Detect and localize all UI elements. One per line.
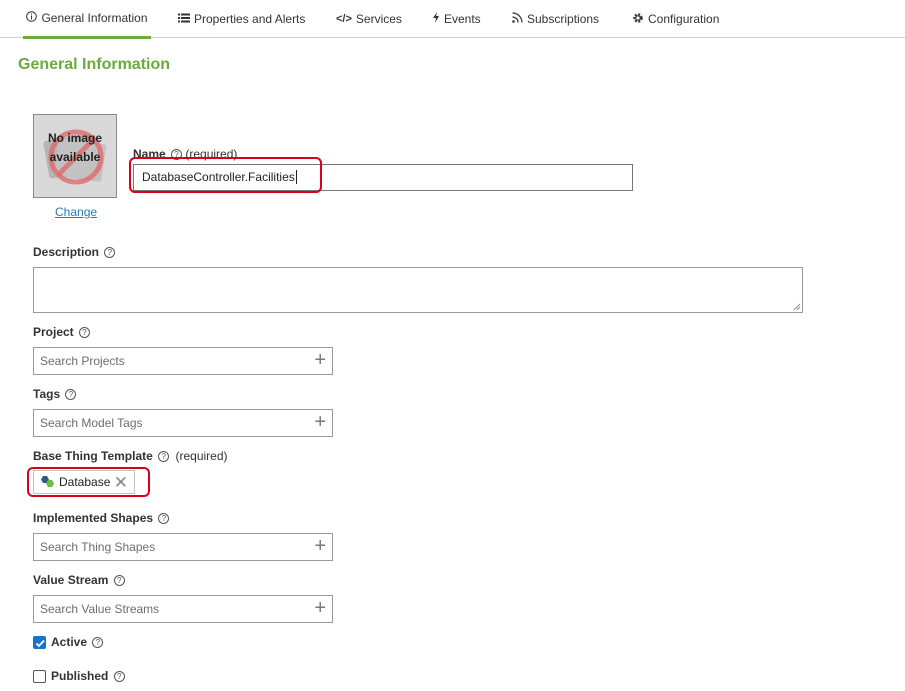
active-label-text: Active	[51, 635, 88, 649]
base-thing-template-required-text: (required)	[175, 449, 228, 463]
project-placeholder: Search Projects	[40, 354, 125, 368]
value-stream-search-input[interactable]: Search Value Streams +	[33, 595, 333, 623]
help-icon[interactable]: ?	[79, 327, 91, 338]
base-thing-template-label-text: Base Thing Template	[33, 449, 153, 463]
tab-label: Properties and Alerts	[194, 12, 306, 26]
template-highlight-box	[27, 467, 150, 497]
tags-label-text: Tags	[33, 387, 61, 401]
help-icon[interactable]: ?	[113, 671, 125, 682]
project-label: Project ?	[33, 325, 91, 339]
tab-label: General Information	[41, 11, 148, 25]
tab-subscriptions[interactable]: Subscriptions	[512, 0, 599, 38]
tags-search-input[interactable]: Search Model Tags +	[33, 409, 333, 437]
help-icon[interactable]: ?	[113, 575, 125, 586]
tab-label: Subscriptions	[527, 12, 600, 26]
value-stream-label: Value Stream ?	[33, 573, 125, 587]
tab-bar: General Information Properties and Alert…	[0, 0, 905, 39]
help-icon[interactable]: ?	[158, 451, 170, 462]
implemented-shapes-label-text: Implemented Shapes	[33, 511, 154, 525]
value-stream-label-text: Value Stream	[33, 573, 109, 587]
implemented-shapes-label: Implemented Shapes ?	[33, 511, 170, 525]
check-icon	[35, 639, 45, 648]
help-icon[interactable]: ?	[104, 247, 116, 258]
published-checkbox[interactable]	[33, 670, 46, 683]
project-label-text: Project	[33, 325, 74, 339]
info-icon	[26, 11, 38, 25]
rss-icon	[512, 12, 523, 26]
change-image-link[interactable]: Change	[55, 205, 97, 219]
thing-image[interactable]: No image available	[33, 114, 117, 198]
description-textarea[interactable]	[33, 267, 803, 313]
add-shape-icon[interactable]: +	[314, 534, 326, 558]
implemented-shapes-placeholder: Search Thing Shapes	[40, 540, 156, 554]
tab-label: Events	[444, 12, 481, 26]
help-icon[interactable]: ?	[92, 637, 104, 648]
description-label: Description ?	[33, 245, 116, 259]
tags-placeholder: Search Model Tags	[40, 416, 143, 430]
value-stream-placeholder: Search Value Streams	[40, 602, 160, 616]
add-tag-icon[interactable]: +	[314, 410, 326, 434]
base-thing-template-label: Base Thing Template ? (required)	[33, 449, 228, 463]
tab-label: Configuration	[648, 12, 720, 26]
tab-events[interactable]: Events	[432, 0, 481, 38]
tab-general-information[interactable]: General Information	[23, 0, 151, 39]
help-icon[interactable]: ?	[65, 389, 77, 400]
add-value-stream-icon[interactable]: +	[314, 596, 326, 620]
active-checkbox[interactable]	[33, 636, 46, 649]
name-highlight-box	[129, 157, 322, 193]
description-label-text: Description	[33, 245, 100, 259]
published-label-text: Published	[51, 669, 109, 683]
code-icon: </>	[336, 13, 352, 25]
no-image-text: No image available	[47, 131, 102, 164]
project-search-input[interactable]: Search Projects +	[33, 347, 333, 375]
tab-label: Services	[355, 12, 402, 26]
list-icon	[178, 12, 190, 26]
tags-label: Tags ?	[33, 387, 77, 401]
resize-grip-icon[interactable]	[793, 303, 801, 311]
gear-icon	[632, 12, 644, 27]
tab-properties-and-alerts[interactable]: Properties and Alerts	[178, 0, 305, 38]
bolt-icon	[432, 12, 440, 26]
tab-services[interactable]: </> Services	[336, 0, 402, 38]
implemented-shapes-search-input[interactable]: Search Thing Shapes +	[33, 533, 333, 561]
add-project-icon[interactable]: +	[314, 348, 326, 372]
tab-configuration[interactable]: Configuration	[632, 0, 719, 38]
page-title: General Information	[18, 56, 171, 73]
published-label: Published ?	[51, 669, 125, 683]
help-icon[interactable]: ?	[158, 513, 170, 524]
active-label: Active ?	[51, 635, 104, 649]
